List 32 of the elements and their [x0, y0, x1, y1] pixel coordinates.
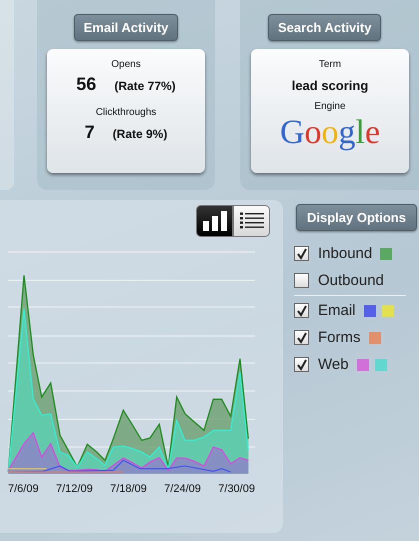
list-view-button[interactable]	[233, 205, 270, 237]
metric-rate: (Rate 77%)	[114, 79, 176, 93]
checkbox[interactable]	[294, 273, 309, 288]
panel-title: Email Activity	[74, 14, 178, 41]
list-icon	[238, 211, 264, 231]
engine-label: Engine	[314, 101, 346, 112]
metric-value: 56	[76, 74, 96, 95]
option-label: Forms	[318, 329, 360, 346]
metric-label: Opens	[111, 59, 141, 70]
axis-label: 7/6/09	[8, 483, 39, 495]
checkbox[interactable]	[294, 303, 309, 318]
metric-rate: (Rate 9%)	[112, 127, 168, 141]
bar-chart-icon	[202, 211, 228, 231]
option-label: Inbound	[318, 245, 372, 262]
bar-chart-view-button[interactable]	[196, 205, 233, 237]
option-label: Outbound	[318, 272, 384, 289]
checkbox[interactable]	[294, 246, 309, 261]
metric-value: 7	[84, 122, 95, 143]
panel-title: Search Activity	[268, 14, 382, 41]
search-term: lead scoring	[292, 78, 368, 93]
checkbox[interactable]	[294, 330, 309, 345]
option-label: Web	[318, 356, 349, 373]
axis-label: 7/30/09	[218, 483, 255, 495]
option-label: Email	[318, 302, 356, 319]
metric-label: Clickthroughs	[96, 107, 156, 118]
axis-label: 7/24/09	[164, 483, 201, 495]
engine-logo: Google	[280, 114, 380, 152]
axis-label: 7/18/09	[110, 483, 147, 495]
axis-label: 7/12/09	[56, 483, 93, 495]
panel-title: Display Options	[296, 204, 417, 231]
term-label: Term	[318, 59, 342, 70]
checkbox[interactable]	[294, 357, 309, 372]
